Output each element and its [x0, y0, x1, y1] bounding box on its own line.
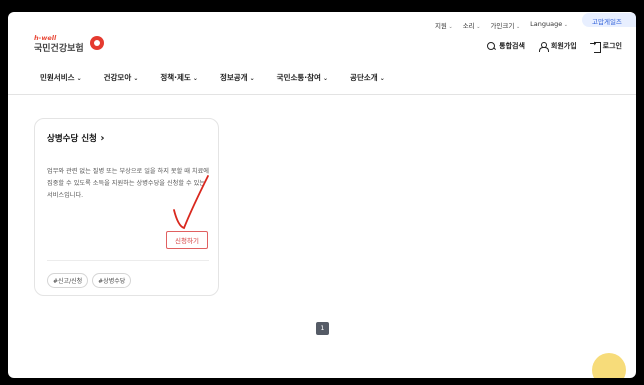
util-item-sound[interactable]: 소리 — [463, 20, 481, 30]
util-item-font-size[interactable]: 가인크기 — [490, 20, 520, 30]
card-divider — [47, 260, 209, 261]
login-icon — [590, 39, 601, 53]
browser-viewport: 지원 소리 가인크기 Language 고맙게일즈 h-well 국민건강보험 … — [8, 12, 636, 378]
header-actions: 통합검색 회원가입 로그인 — [487, 39, 622, 53]
search-icon — [487, 41, 496, 51]
tag-item[interactable]: #상병수당 — [92, 273, 132, 288]
card-title[interactable]: 상병수당 신청 — [47, 132, 105, 144]
site-logo[interactable]: h-well 국민건강보험 — [34, 34, 104, 54]
nav-item-health[interactable]: 건강모아 — [104, 72, 139, 83]
nav-item-civil-service[interactable]: 민원서비스 — [40, 72, 82, 83]
user-plus-icon — [538, 41, 549, 52]
logo-mark-icon — [90, 36, 104, 50]
red-check-annotation-icon — [173, 175, 209, 230]
tag-item[interactable]: #신고/신청 — [47, 273, 89, 288]
floating-chat-button[interactable] — [592, 353, 626, 378]
search-button[interactable]: 통합검색 — [487, 41, 525, 51]
login-button[interactable]: 로그인 — [590, 39, 622, 53]
util-item-language[interactable]: Language — [530, 20, 568, 30]
login-label: 로그인 — [602, 42, 622, 50]
join-button[interactable]: 회원가입 — [538, 41, 577, 52]
search-label: 통합검색 — [499, 42, 525, 50]
util-item-support[interactable]: 지원 — [435, 20, 453, 30]
nav-item-participation[interactable]: 국민소통·참여 — [277, 72, 328, 83]
zoom-pill[interactable]: 고맙게일즈 — [582, 13, 636, 27]
pagination-current-page[interactable]: 1 — [316, 322, 329, 335]
logo-name: 국민건강보험 — [34, 44, 84, 54]
main-nav: 민원서비스 건강모아 정책·제도 정보공개 국민소통·참여 공단소개 — [40, 72, 385, 83]
nav-divider — [8, 94, 636, 95]
nav-item-policy[interactable]: 정책·제도 — [160, 72, 198, 83]
nav-item-about[interactable]: 공단소개 — [350, 72, 385, 83]
join-label: 회원가입 — [550, 42, 577, 50]
utility-bar: 지원 소리 가인크기 Language — [435, 20, 568, 30]
tag-list: #신고/신청 #상병수당 — [47, 273, 132, 288]
nav-item-disclosure[interactable]: 정보공개 — [220, 72, 255, 83]
